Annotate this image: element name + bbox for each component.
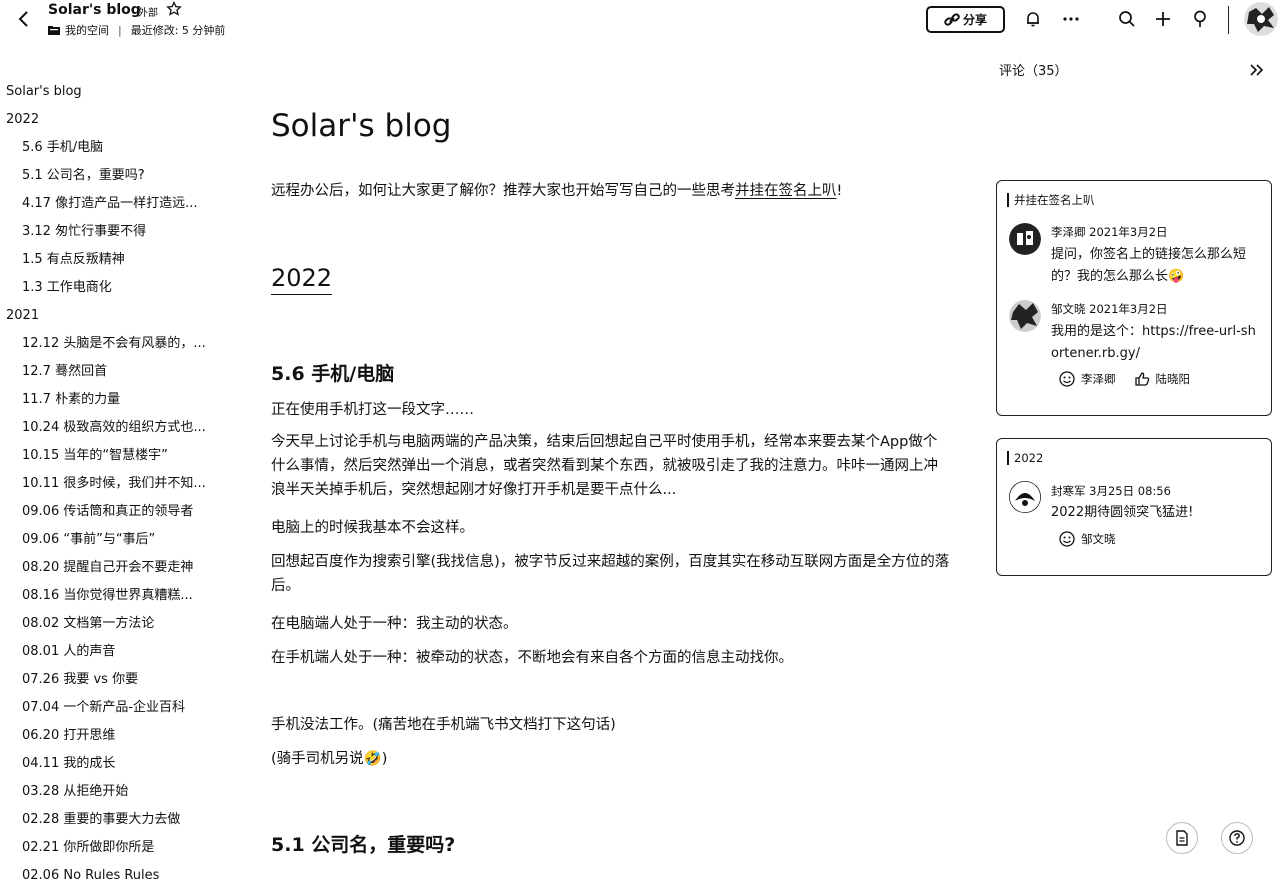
outline-item[interactable]: 06.20 打开思维	[0, 722, 215, 750]
separator: |	[118, 23, 122, 37]
outline-sidebar: Solar's blog 2022 5.6 手机/电脑 5.1 公司名，重要吗?…	[0, 78, 225, 887]
external-badge: 外部	[138, 8, 158, 19]
intro-suffix: !	[836, 183, 843, 199]
outline-item[interactable]: 08.02 文档第一方法论	[0, 610, 215, 638]
outline-item[interactable]: 08.16 当你觉得世界真糟糕...	[0, 582, 215, 610]
intro-text: 远程办公后，如何让大家更了解你？推荐大家也开始写写自己的一些思考	[271, 183, 735, 199]
paragraph: (骑手司机另说🤣)	[271, 751, 388, 767]
comment-card[interactable]: 并挂在签名上叭 李泽卿 2021年3月2日 提问，你签名上的链接怎么那么短的？我…	[996, 180, 1272, 416]
top-bar: Solar's blog 外部 我的空间 | 最近修改: 5 分钟前 分享	[0, 0, 1280, 42]
intro-paragraph: 远程办公后，如何让大家更了解你？推荐大家也开始写写自己的一些思考并挂在签名上叭!	[271, 180, 842, 202]
outline-item[interactable]: 1.5 有点反叛精神	[0, 246, 215, 274]
outline-item[interactable]: 2022	[0, 106, 225, 134]
comments-title: 评论（35）	[999, 64, 1068, 79]
comment-meta: 封寒军 3月25日 08:56	[1051, 483, 1171, 499]
outline-item[interactable]: 5.6 手机/电脑	[0, 134, 215, 162]
toolbar-divider	[1228, 6, 1229, 34]
folder-icon	[48, 26, 60, 35]
comment-text: 2022期待圆领突飞猛进!	[1051, 505, 1194, 520]
link-icon	[944, 12, 960, 26]
outline-item[interactable]: 09.06 “事前”与“事后”	[0, 526, 215, 554]
help-icon[interactable]	[1221, 822, 1253, 854]
reaction-user[interactable]: 陆晓阳	[1156, 371, 1191, 387]
outline-item[interactable]: 07.26 我要 vs 你要	[0, 666, 215, 694]
comment-card[interactable]: 2022 封寒军 3月25日 08:56 2022期待圆领突飞猛进! 邹文晓	[996, 438, 1272, 576]
comment-author[interactable]: 封寒军	[1051, 484, 1086, 498]
outline-item[interactable]: 3.12 匆忙行事要不得	[0, 218, 215, 246]
outline-item[interactable]: 07.04 一个新产品-企业百科	[0, 694, 215, 722]
comment-date: 2021年3月2日	[1089, 302, 1168, 316]
reaction-emoji-icon	[1059, 531, 1075, 547]
reaction-emoji-icon	[1059, 371, 1075, 387]
paragraph: 在电脑端人处于一种：我主动的状态。	[271, 616, 518, 632]
comment-text: 我用的是这个：https://free-url-shortener.rb.gy/	[1051, 324, 1256, 361]
share-button[interactable]: 分享	[926, 6, 1005, 33]
location-pin-icon[interactable]	[1189, 8, 1211, 30]
add-icon[interactable]	[1152, 8, 1174, 30]
paragraph: 回想起百度作为搜索引擎(我找信息)，被字节反过来超越的案例，百度其实在移动互联网…	[271, 554, 950, 594]
reaction-row: 李泽卿 陆晓阳	[1059, 371, 1190, 387]
outline-item[interactable]: Solar's blog	[0, 78, 225, 106]
outline-item[interactable]: 1.3 工作电商化	[0, 274, 215, 302]
outline-item[interactable]: 2021	[0, 302, 225, 330]
outline-item[interactable]: 10.24 极致高效的组织方式也...	[0, 414, 215, 442]
collapse-panel-icon[interactable]	[1246, 60, 1268, 80]
outline-item[interactable]: 11.7 朴素的力量	[0, 386, 215, 414]
outline-item[interactable]: 5.1 公司名，重要吗?	[0, 162, 215, 190]
comment-date: 2021年3月2日	[1089, 225, 1168, 239]
thumbs-up-icon	[1134, 372, 1149, 386]
comment-meta: 邹文晓 2021年3月2日	[1051, 301, 1168, 317]
avatar	[1009, 223, 1041, 255]
paragraph: 正在使用手机打这一段文字……	[271, 402, 474, 418]
reaction-user[interactable]: 邹文晓	[1081, 531, 1116, 547]
comment-author[interactable]: 邹文晓	[1051, 302, 1086, 316]
document-info-icon[interactable]	[1166, 822, 1198, 854]
outline-item[interactable]: 08.01 人的声音	[0, 638, 215, 666]
section-heading: 5.1 公司名，重要吗?	[271, 834, 456, 856]
outline-item[interactable]: 10.15 当年的“智慧楼宇”	[0, 442, 215, 470]
reaction-row: 邹文晓	[1059, 531, 1116, 547]
bell-icon[interactable]	[1022, 8, 1044, 30]
paragraph: 手机没法工作。(痛苦地在手机端飞书文档打下这句话)	[271, 717, 616, 733]
location-link[interactable]: 我的空间	[65, 22, 109, 38]
outline-item[interactable]: 12.12 头脑是不会有风暴的，...	[0, 330, 215, 358]
doc-title[interactable]: Solar's blog	[48, 2, 141, 18]
avatar	[1009, 300, 1041, 332]
outline-item[interactable]: 02.06 No Rules Rules	[0, 862, 215, 887]
paragraph: 今天早上讨论手机与电脑两端的产品决策，结束后回想起自己平时使用手机，经常本来要去…	[271, 434, 938, 498]
outline-item[interactable]: 04.11 我的成长	[0, 750, 215, 778]
user-avatar[interactable]	[1244, 2, 1278, 36]
comment-text: 提问，你签名上的链接怎么那么短的？我的怎么那么长🤪	[1051, 247, 1247, 284]
comment-quote: 并挂在签名上叭	[1007, 193, 1095, 207]
star-icon[interactable]	[166, 0, 184, 19]
outline-item[interactable]: 02.21 你所做即你所是	[0, 834, 215, 862]
reaction-user[interactable]: 李泽卿	[1081, 371, 1116, 387]
paragraph: 在手机端人处于一种：被牵动的状态，不断地会有来自各个方面的信息主动找你。	[271, 650, 793, 666]
comment-author[interactable]: 李泽卿	[1051, 225, 1086, 239]
intro-comment-anchor[interactable]: 并挂在签名上叭	[735, 183, 837, 199]
comment-quote: 2022	[1007, 451, 1043, 465]
back-icon[interactable]	[14, 8, 34, 30]
doc-location: 我的空间 | 最近修改: 5 分钟前	[48, 22, 225, 38]
paragraph: 电脑上的时候我基本不会这样。	[271, 520, 474, 536]
outline-item[interactable]: 02.28 重要的事要大力去做	[0, 806, 215, 834]
page-title: Solar's blog	[271, 108, 452, 144]
outline-item[interactable]: 08.20 提醒自己开会不要走神	[0, 554, 215, 582]
outline-item[interactable]: 10.11 很多时候，我们并不知...	[0, 470, 215, 498]
outline-item[interactable]: 12.7 蓦然回首	[0, 358, 215, 386]
share-label: 分享	[962, 13, 987, 27]
comment-date: 3月25日 08:56	[1089, 484, 1171, 498]
modified-time: 最近修改: 5 分钟前	[130, 24, 226, 37]
avatar	[1009, 481, 1041, 513]
outline-item[interactable]: 03.28 从拒绝开始	[0, 778, 215, 806]
year-heading: 2022	[271, 264, 333, 295]
outline-item[interactable]: 4.17 像打造产品一样打造远...	[0, 190, 215, 218]
section-heading: 5.6 手机/电脑	[271, 363, 395, 385]
search-icon[interactable]	[1116, 8, 1138, 30]
outline-item[interactable]: 09.06 传话筒和真正的领导者	[0, 498, 215, 526]
more-icon[interactable]	[1060, 8, 1082, 30]
comment-meta: 李泽卿 2021年3月2日	[1051, 224, 1168, 240]
